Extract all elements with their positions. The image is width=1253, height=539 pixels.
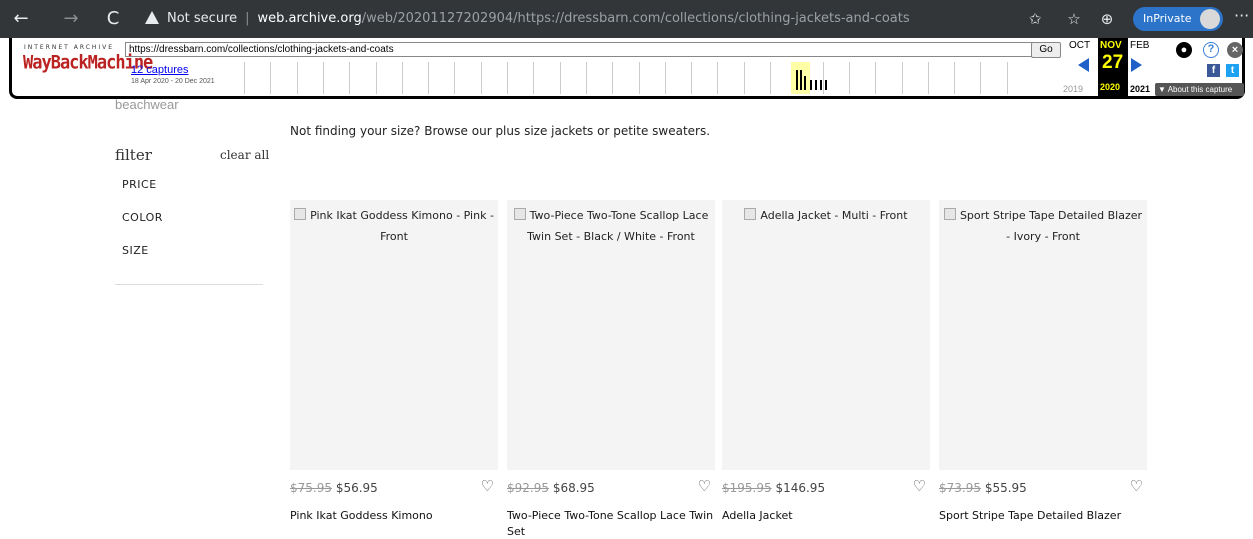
favorites-icon[interactable]: ☆ — [1063, 8, 1085, 30]
product-card[interactable]: Sport Stripe Tape Detailed Blazer - Ivor… — [939, 200, 1147, 539]
url-host: web.archive.org — [257, 11, 362, 26]
inprivate-label: InPrivate — [1143, 12, 1192, 25]
twitter-icon[interactable]: t — [1226, 64, 1239, 77]
security-label: Not secure — [167, 11, 238, 26]
sale-price: $55.95 — [984, 481, 1027, 495]
prev-capture-arrow-icon[interactable] — [1078, 58, 1089, 72]
product-card[interactable]: Two-Piece Two-Tone Scallop Lace Twin Set… — [507, 200, 715, 539]
heart-icon[interactable]: ♡ — [698, 477, 711, 495]
product-name[interactable]: Pink Ikat Goddess Kimono — [290, 508, 498, 524]
reload-button[interactable]: C — [100, 6, 126, 32]
back-button[interactable]: ← — [8, 6, 34, 32]
sale-price: $146.95 — [775, 481, 826, 495]
avatar — [1200, 9, 1220, 29]
current-month: NOV — [1100, 40, 1122, 51]
go-button[interactable]: Go — [1031, 42, 1061, 58]
broken-image-icon — [294, 208, 307, 220]
heart-icon[interactable]: ♡ — [913, 477, 926, 495]
facebook-icon[interactable]: f — [1207, 64, 1220, 77]
capture-bar[interactable] — [815, 80, 817, 90]
next-capture-arrow-icon[interactable] — [1131, 58, 1142, 72]
filter-heading: filter — [115, 146, 152, 164]
current-day: 27 — [1102, 52, 1124, 73]
internet-archive-label: INTERNET ARCHIVE — [24, 44, 115, 51]
product-image-alt: Sport Stripe Tape Detailed Blazer - Ivor… — [959, 209, 1143, 243]
capture-bar[interactable] — [820, 80, 822, 90]
broken-image-icon — [744, 208, 757, 220]
url-path: /web/20201127202904/https://dressbarn.co… — [361, 11, 910, 26]
product-name[interactable]: Sport Stripe Tape Detailed Blazer — [939, 508, 1147, 524]
next-year[interactable]: 2021 — [1130, 84, 1150, 94]
filter-price[interactable]: PRICE — [122, 178, 157, 191]
product-card[interactable]: Adella Jacket - Multi - Front $195.95 $1… — [722, 200, 930, 539]
forward-button[interactable]: → — [58, 6, 84, 32]
capture-sparkline[interactable] — [244, 62, 1032, 94]
current-year: 2020 — [1100, 82, 1121, 92]
original-price: $92.95 — [507, 481, 549, 495]
about-capture-button[interactable]: ▼ About this capture — [1155, 83, 1244, 96]
product-name[interactable]: Two-Piece Two-Tone Scallop Lace Twin Set — [507, 508, 715, 539]
original-price: $75.95 — [290, 481, 332, 495]
original-price: $73.95 — [939, 481, 981, 495]
filter-color[interactable]: COLOR — [122, 211, 163, 224]
product-price: $75.95 $56.95 — [290, 481, 378, 495]
browser-toolbar: ← → C Not secure | web.archive.org/web/202… — [0, 0, 1253, 38]
capture-bar[interactable] — [810, 80, 812, 90]
product-price: $92.95 $68.95 — [507, 481, 595, 495]
product-image[interactable]: Sport Stripe Tape Detailed Blazer - Ivor… — [939, 200, 1147, 470]
product-image[interactable]: Two-Piece Two-Tone Scallop Lace Twin Set… — [507, 200, 715, 470]
product-image[interactable]: Adella Jacket - Multi - Front — [722, 200, 930, 470]
prev-month-link[interactable]: OCT — [1069, 40, 1090, 51]
wayback-toolbar: INTERNET ARCHIVE WayBackMachine https://… — [9, 38, 1245, 99]
filter-size[interactable]: SIZE — [122, 244, 149, 257]
next-month-link[interactable]: FEB — [1130, 40, 1149, 51]
capture-bar[interactable] — [825, 80, 827, 90]
capture-bar[interactable] — [796, 70, 798, 90]
product-name[interactable]: Adella Jacket — [722, 508, 930, 524]
wayback-url-input[interactable]: https://dressbarn.com/collections/clothi… — [125, 42, 1033, 57]
sale-price: $56.95 — [335, 481, 378, 495]
read-aloud-icon[interactable]: ✩ — [1024, 8, 1046, 30]
product-card[interactable]: Pink Ikat Goddess Kimono - Pink - Front … — [290, 200, 498, 539]
warning-icon — [145, 11, 159, 24]
product-image-alt: Pink Ikat Goddess Kimono - Pink - Front — [310, 209, 494, 243]
divider — [115, 284, 263, 285]
help-icon[interactable]: ? — [1203, 42, 1219, 58]
clear-all-link[interactable]: clear all — [220, 148, 269, 162]
capture-bar[interactable] — [800, 70, 802, 90]
inprivate-badge[interactable]: InPrivate — [1133, 7, 1223, 31]
capture-range: 18 Apr 2020 - 20 Dec 2021 — [131, 78, 215, 85]
user-icon[interactable]: ● — [1176, 42, 1192, 58]
broken-image-icon — [513, 208, 526, 220]
heart-icon[interactable]: ♡ — [481, 477, 494, 495]
category-link-cut[interactable]: beachwear — [115, 97, 179, 112]
product-image[interactable]: Pink Ikat Goddess Kimono - Pink - Front — [290, 200, 498, 470]
heart-icon[interactable]: ♡ — [1130, 477, 1143, 495]
current-capture-date: NOV 27 2020 — [1098, 38, 1128, 96]
product-price: $73.95 $55.95 — [939, 481, 1027, 495]
product-image-alt: Adella Jacket - Multi - Front — [760, 209, 908, 222]
captures-link[interactable]: 12 captures — [131, 64, 188, 76]
prev-year[interactable]: 2019 — [1063, 84, 1083, 94]
original-price: $195.95 — [722, 481, 772, 495]
sale-price: $68.95 — [552, 481, 595, 495]
collections-icon[interactable]: ⊕ — [1096, 8, 1118, 30]
close-icon[interactable]: × — [1227, 42, 1243, 58]
capture-bar[interactable] — [804, 76, 806, 90]
product-image-alt: Two-Piece Two-Tone Scallop Lace Twin Set… — [527, 209, 709, 243]
more-menu-button[interactable]: ··· — [1234, 6, 1249, 25]
size-notice: Not finding your size? Browse our plus s… — [290, 124, 711, 138]
broken-image-icon — [943, 208, 956, 220]
address-bar[interactable]: Not secure | web.archive.org/web/202011272… — [145, 6, 1015, 32]
product-price: $195.95 $146.95 — [722, 481, 825, 495]
